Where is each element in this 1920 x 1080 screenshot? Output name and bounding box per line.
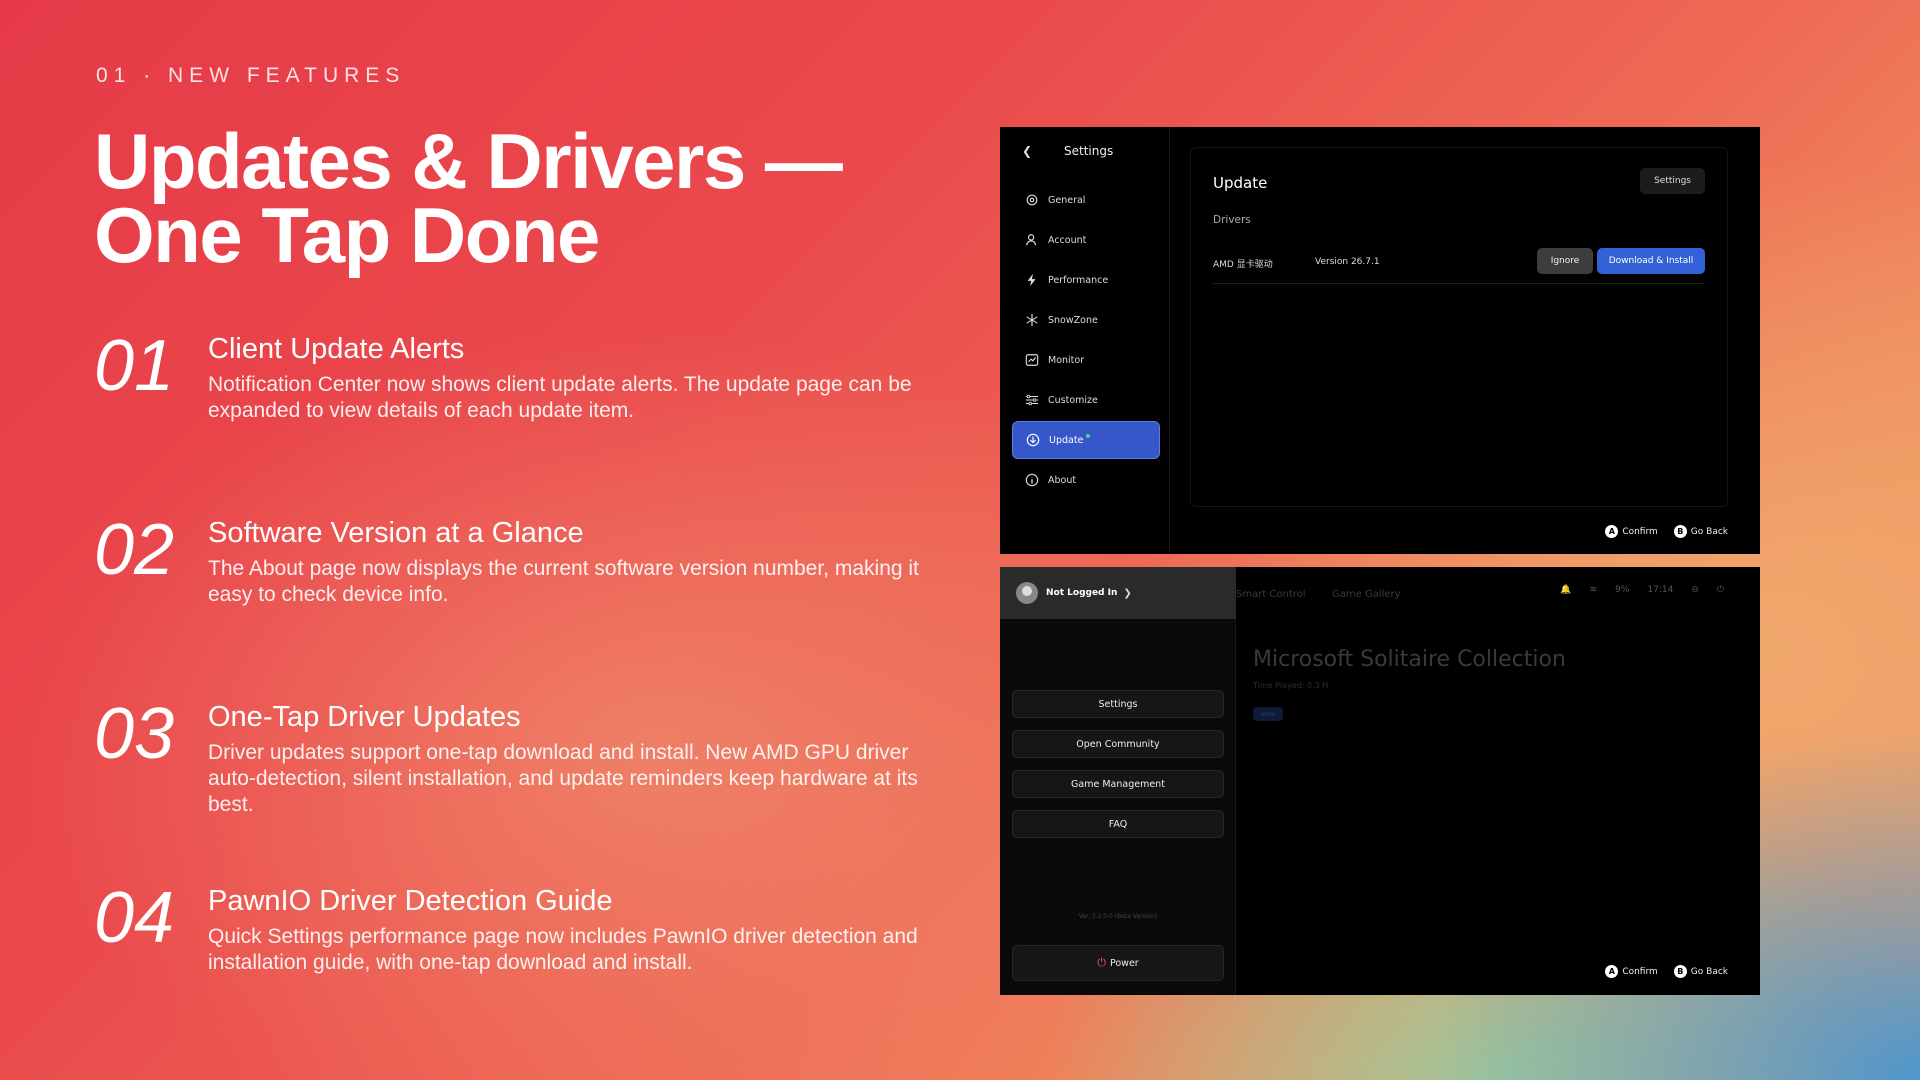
menu-screenshot: Not Logged In ❯ Settings Open Community … <box>1000 567 1760 995</box>
nav-label: Update <box>1049 434 1084 446</box>
update-panel: Update Settings Drivers AMD 显卡驱动 Version… <box>1190 147 1728 507</box>
confirm-hint[interactable]: A Confirm <box>1605 525 1658 538</box>
settings-header: ❮ Settings <box>1022 139 1113 163</box>
tab-smart-control: Smart Control <box>1236 589 1306 600</box>
nav-label: SnowZone <box>1048 314 1098 326</box>
driver-version: Version 26.7.1 <box>1315 257 1380 267</box>
power-status-icon: ⏻ <box>1716 585 1724 595</box>
clock: 17:14 <box>1647 585 1674 595</box>
settings-button[interactable]: Settings <box>1640 168 1705 194</box>
menu-faq-button[interactable]: FAQ <box>1012 810 1224 838</box>
feature-number: 04 <box>94 878 175 958</box>
wifi-icon: ≋ <box>1589 585 1598 595</box>
menu-settings-button[interactable]: Settings <box>1012 690 1224 718</box>
time-played: Time Played: 0.3 H <box>1253 681 1329 690</box>
minus-circle-icon: ⊖ <box>1691 585 1699 595</box>
nav-item-customize[interactable]: Customize <box>1012 381 1160 419</box>
settings-sidebar: ❮ Settings General Account Performance S… <box>1000 127 1170 554</box>
b-button-icon: B <box>1673 525 1687 538</box>
nav-label: General <box>1048 194 1086 206</box>
eyebrow: 01 · NEW FEATURES <box>96 64 406 87</box>
back-label: Go Back <box>1690 526 1728 537</box>
gear-icon <box>1024 192 1040 208</box>
download-install-button[interactable]: Download & Install <box>1597 248 1705 274</box>
status-bar: 🔔 ≋ 9% 17:14 ⊖ ⏻ <box>1542 585 1724 595</box>
feature-description: Quick Settings performance page now incl… <box>208 925 918 974</box>
nav-item-update[interactable]: Update <box>1012 421 1160 459</box>
feature-title: One-Tap Driver Updates <box>208 701 521 733</box>
power-label: Power <box>1109 957 1139 969</box>
nav-item-performance[interactable]: Performance <box>1012 261 1160 299</box>
confirm-label: Confirm <box>1622 966 1658 977</box>
dimmed-top-bar: Smart Control Game Gallery 🔔 ≋ 9% 17:14 … <box>1236 567 1760 619</box>
controller-hints: A Confirm B Go Back <box>1589 965 1728 978</box>
nav-item-monitor[interactable]: Monitor <box>1012 341 1160 379</box>
driver-row: AMD 显卡驱动 Version 26.7.1 Ignore Download … <box>1213 246 1705 284</box>
ignore-button[interactable]: Ignore <box>1537 248 1593 274</box>
nav-label: Customize <box>1048 394 1098 406</box>
feature-number: 01 <box>94 326 175 406</box>
menu-game-management-button[interactable]: Game Management <box>1012 770 1224 798</box>
page-title: Updates & Drivers — One Tap Done <box>94 117 894 279</box>
nav-item-general[interactable]: General <box>1012 181 1160 219</box>
game-title: Microsoft Solitaire Collection <box>1253 647 1566 672</box>
nav-item-about[interactable]: About <box>1012 461 1160 499</box>
feature-title: Client Update Alerts <box>208 333 465 365</box>
b-button-icon: B <box>1673 965 1687 978</box>
nav-label: Monitor <box>1048 354 1085 366</box>
settings-header-label: Settings <box>1064 144 1114 158</box>
feature-description: Notification Center now shows client upd… <box>208 373 912 422</box>
driver-name: AMD 显卡驱动 <box>1213 260 1273 270</box>
controller-hints: A Confirm B Go Back <box>1589 525 1728 538</box>
nav-label: About <box>1048 474 1077 486</box>
platform-tag: xbox <box>1253 707 1283 721</box>
power-icon: ⏻ <box>1097 956 1106 969</box>
title-line-2: One Tap Done <box>94 191 600 279</box>
version-text: Ver. 3.2.0.0 (Beta Version) <box>1078 913 1158 920</box>
avatar <box>1016 582 1038 604</box>
feature-description: Driver updates support one-tap download … <box>208 741 918 816</box>
bell-icon: 🔔 <box>1560 585 1572 595</box>
back-arrow-icon[interactable]: ❮ <box>1022 144 1036 158</box>
user-icon <box>1024 232 1040 248</box>
chevron-right-icon: ❯ <box>1123 587 1132 599</box>
chart-icon <box>1024 352 1040 368</box>
user-header[interactable]: Not Logged In ❯ <box>1000 567 1236 619</box>
side-menu: Not Logged In ❯ Settings Open Community … <box>1000 567 1236 995</box>
drivers-section-label: Drivers <box>1213 214 1251 226</box>
feature-number: 02 <box>94 510 175 590</box>
nav-item-snowzone[interactable]: SnowZone <box>1012 301 1160 339</box>
battery-level: 9% <box>1615 585 1630 595</box>
feature-number: 03 <box>94 694 175 774</box>
lightning-icon <box>1024 272 1040 288</box>
back-hint[interactable]: B Go Back <box>1673 965 1728 978</box>
nav-label: Account <box>1048 234 1087 246</box>
nav-item-account[interactable]: Account <box>1012 221 1160 259</box>
user-label: Not Logged In <box>1046 588 1118 598</box>
power-button[interactable]: ⏻ Power <box>1012 945 1224 981</box>
nav-label: Performance <box>1048 274 1109 286</box>
update-indicator-dot <box>1086 434 1091 438</box>
info-icon <box>1024 472 1040 488</box>
confirm-hint[interactable]: A Confirm <box>1605 965 1658 978</box>
feature-description: The About page now displays the current … <box>208 557 919 606</box>
sliders-icon <box>1024 392 1040 408</box>
panel-title: Update <box>1213 174 1268 192</box>
feature-title: Software Version at a Glance <box>208 517 584 549</box>
download-icon <box>1025 432 1041 448</box>
settings-screenshot: ❮ Settings General Account Performance S… <box>1000 127 1760 554</box>
a-button-icon: A <box>1605 525 1619 538</box>
tab-game-gallery: Game Gallery <box>1332 589 1401 600</box>
back-label: Go Back <box>1690 966 1728 977</box>
title-line-1: Updates & Drivers — <box>94 117 843 205</box>
a-button-icon: A <box>1605 965 1619 978</box>
feature-title: PawnIO Driver Detection Guide <box>208 885 613 917</box>
back-hint[interactable]: B Go Back <box>1673 525 1728 538</box>
confirm-label: Confirm <box>1622 526 1658 537</box>
snowflake-icon <box>1024 312 1040 328</box>
menu-community-button[interactable]: Open Community <box>1012 730 1224 758</box>
